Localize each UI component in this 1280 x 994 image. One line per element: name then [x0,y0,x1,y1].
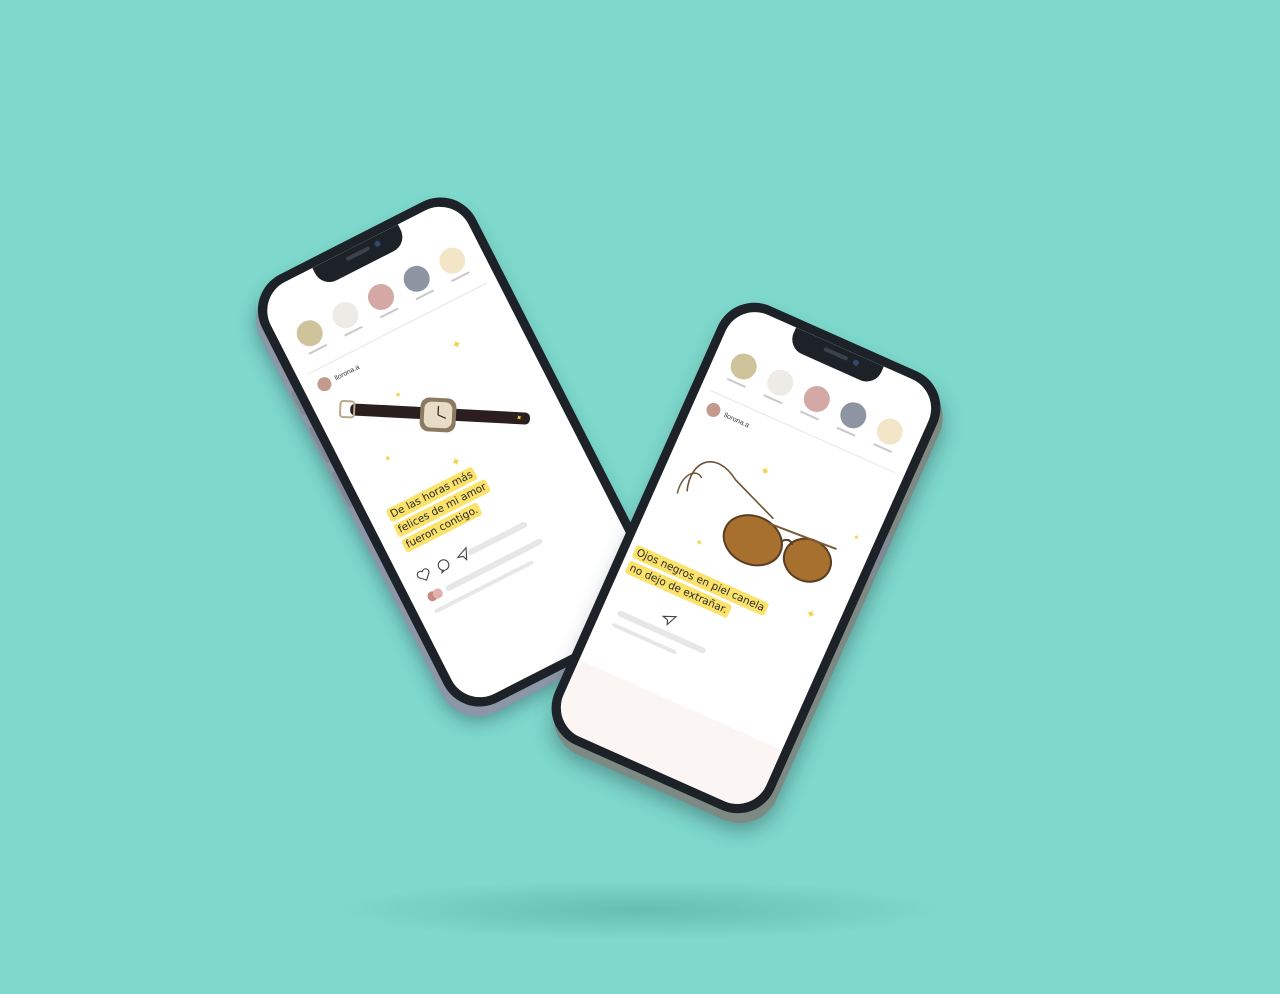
username[interactable]: llorona.a [723,412,750,429]
liked-by-avatars [425,586,445,603]
palette-swatch [863,413,910,463]
username[interactable]: llorona.a [334,363,361,381]
floor-shadow [330,880,950,940]
mute-switch [290,390,306,416]
avatar[interactable] [315,374,334,394]
bottom-panel [550,659,782,815]
avatar[interactable] [704,400,723,420]
